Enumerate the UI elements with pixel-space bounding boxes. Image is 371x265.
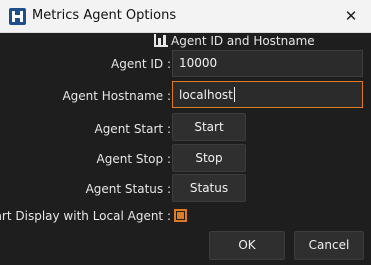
agent-status-label: Agent Status : <box>85 182 171 196</box>
agent-id-label: Agent ID : <box>111 57 171 71</box>
agent-hostname-value: localhost <box>179 88 233 102</box>
start-display-checkbox[interactable] <box>174 209 187 222</box>
ok-button[interactable]: OK <box>209 231 285 260</box>
stop-button[interactable]: Stop <box>172 144 246 172</box>
window-title: Metrics Agent Options <box>32 8 177 23</box>
dialog-body: Agent ID and Hostname Agent ID : 10000 A… <box>0 33 371 265</box>
title-bar: Metrics Agent Options ✕ <box>0 0 371 33</box>
start-display-label: Start Display with Local Agent : <box>0 209 171 223</box>
start-button[interactable]: Start <box>172 113 246 141</box>
cancel-button[interactable]: Cancel <box>294 231 364 260</box>
agent-hostname-label: Agent Hostname : <box>62 89 171 103</box>
section-header-label: Agent ID and Hostname <box>171 34 315 48</box>
close-icon: ✕ <box>344 7 358 25</box>
close-button[interactable]: ✕ <box>331 0 371 32</box>
bar-chart-icon <box>154 34 168 50</box>
status-button[interactable]: Status <box>172 174 246 202</box>
agent-start-label: Agent Start : <box>94 122 171 136</box>
agent-stop-label: Agent Stop : <box>96 152 171 166</box>
section-header: Agent ID and Hostname <box>154 34 315 50</box>
agent-hostname-field[interactable]: localhost <box>172 81 363 108</box>
app-logo-icon <box>9 8 26 25</box>
text-caret <box>233 87 235 102</box>
agent-id-field[interactable]: 10000 <box>172 50 363 77</box>
agent-id-value: 10000 <box>179 56 218 70</box>
